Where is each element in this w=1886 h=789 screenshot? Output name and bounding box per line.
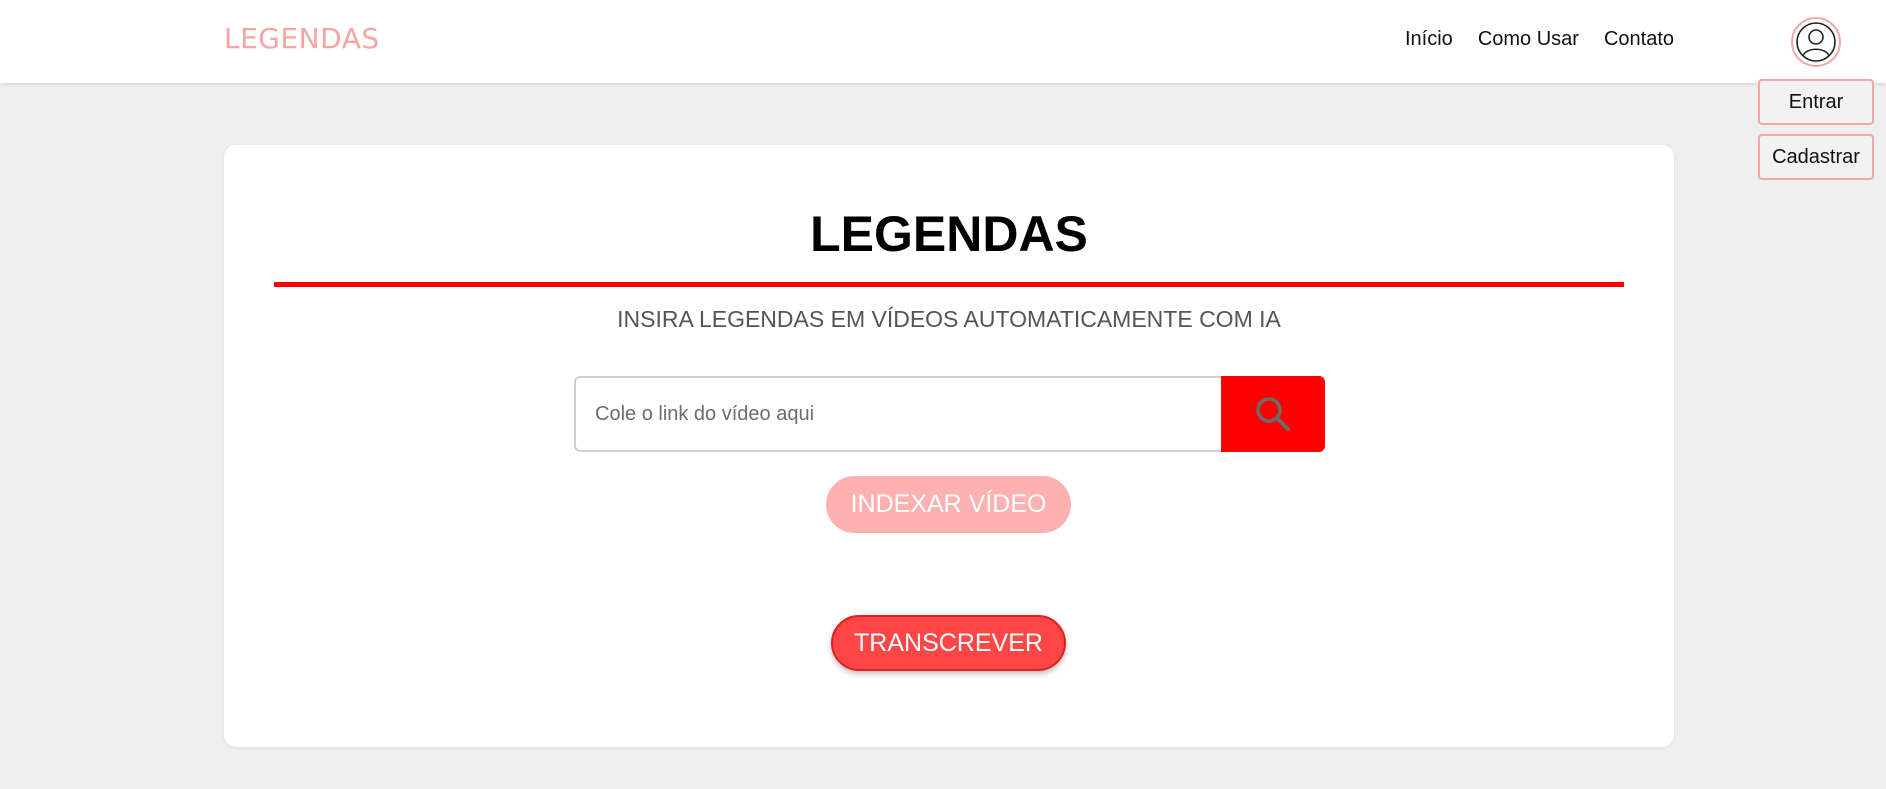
page-subtitle: INSIRA LEGENDAS EM VÍDEOS AUTOMATICAMENT… bbox=[617, 306, 1281, 332]
main-nav: Início Como Usar Contato bbox=[1405, 28, 1674, 51]
nav-link-contato[interactable]: Contato bbox=[1604, 28, 1674, 51]
nav-link-inicio[interactable]: Início bbox=[1405, 28, 1453, 51]
brand-logo[interactable]: LEGENDAS bbox=[224, 22, 380, 55]
top-navbar: LEGENDAS Início Como Usar Contato bbox=[0, 0, 1886, 83]
user-avatar-button[interactable] bbox=[1791, 17, 1841, 67]
transcribe-button[interactable]: TRANSCREVER bbox=[831, 615, 1066, 671]
nav-link-como-usar[interactable]: Como Usar bbox=[1478, 28, 1579, 51]
index-video-button[interactable]: INDEXAR VÍDEO bbox=[826, 476, 1071, 533]
video-link-input[interactable] bbox=[574, 376, 1224, 452]
user-circle-icon bbox=[1796, 22, 1836, 62]
search-button[interactable] bbox=[1221, 376, 1325, 452]
login-button[interactable]: Entrar bbox=[1758, 79, 1874, 125]
main-card: LEGENDAS INSIRA LEGENDAS EM VÍDEOS AUTOM… bbox=[224, 145, 1674, 747]
title-divider bbox=[274, 282, 1624, 287]
register-button[interactable]: Cadastrar bbox=[1758, 134, 1874, 180]
page-title: LEGENDAS bbox=[810, 206, 1088, 262]
search-icon bbox=[1256, 397, 1290, 431]
